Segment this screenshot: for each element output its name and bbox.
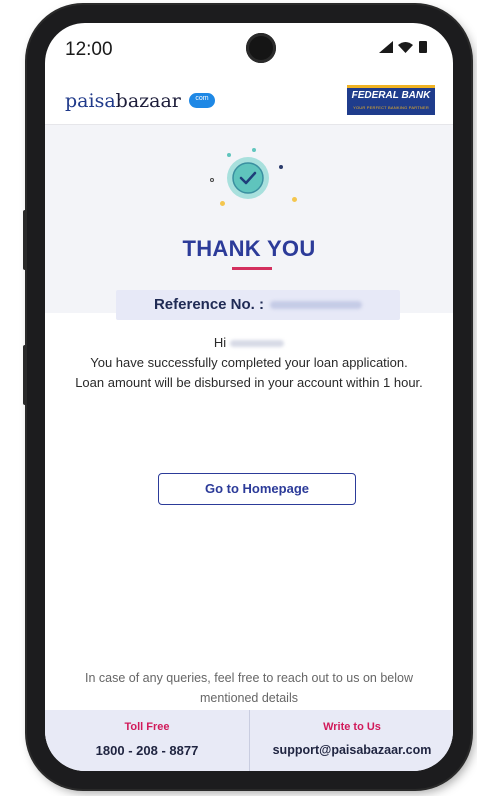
greeting-line: Hi [67,333,431,353]
go-to-homepage-button[interactable]: Go to Homepage [158,473,356,505]
phone-frame: 12:00 paisabazaar com FEDERAL BANK YOUR … [23,5,471,789]
reference-label: Reference No. : [153,296,265,313]
confetti-star [220,201,225,206]
paisabazaar-logo[interactable]: paisabazaar com [65,90,215,112]
page-title: THANK YOU [182,236,316,261]
confetti-star [292,197,297,202]
logo-badge-text: com [195,94,209,102]
status-bar: 12:00 [45,23,453,73]
support-email-link[interactable]: support@paisabazaar.com [250,743,453,757]
status-time: 12:00 [65,39,113,60]
front-camera [246,33,276,63]
reference-number-box: Reference No. : [116,290,400,320]
volume-up-button [23,210,27,270]
toll-free-number[interactable]: 1800 - 208 - 8877 [45,743,249,758]
greeting: Hi [213,335,227,350]
write-to-us-column: Write to Us support@paisabazaar.com [249,710,453,771]
success-check-icon [223,153,273,203]
status-icons [377,40,435,59]
federal-bank-logo: FEDERAL BANK YOUR PERFECT BANKING PARTNE… [347,85,435,115]
app-header: paisabazaar com FEDERAL BANK YOUR PERFEC… [45,78,453,125]
toll-free-title: Toll Free [124,721,170,733]
toll-free-column: Toll Free 1800 - 208 - 8877 [45,710,249,771]
confirmation-message: Hi You have successfully completed your … [67,333,431,393]
query-help-text: In case of any queries, feel free to rea… [85,671,413,705]
message-line-2: Loan amount will be disbursed in your ac… [75,375,423,390]
write-to-us-title: Write to Us [323,721,381,733]
contact-details: Toll Free 1800 - 208 - 8877 Write to Us … [45,710,453,771]
logo-text-paisa: paisa [65,90,116,112]
thank-you-section: THANK YOU [45,125,453,313]
signal-icon [379,41,393,53]
logo-text-bazaar: bazaar [115,90,181,112]
message-line-1: You have successfully completed your loa… [90,355,408,370]
reference-value-redacted [270,301,363,310]
confetti-star [279,165,283,169]
logo-badge-icon: com [188,92,215,108]
battery-icon [419,41,427,53]
app-screen: 12:00 paisabazaar com FEDERAL BANK YOUR … [45,23,453,771]
bank-tagline: YOUR PERFECT BANKING PARTNER [353,105,429,110]
volume-down-button [23,345,27,405]
title-underline [232,267,272,270]
bank-name: FEDERAL BANK [351,90,431,101]
confetti-dot [252,148,256,152]
confetti-dot [227,153,231,157]
wifi-icon [398,42,413,53]
confetti-dot [210,178,214,182]
customer-name-redacted [230,340,285,348]
